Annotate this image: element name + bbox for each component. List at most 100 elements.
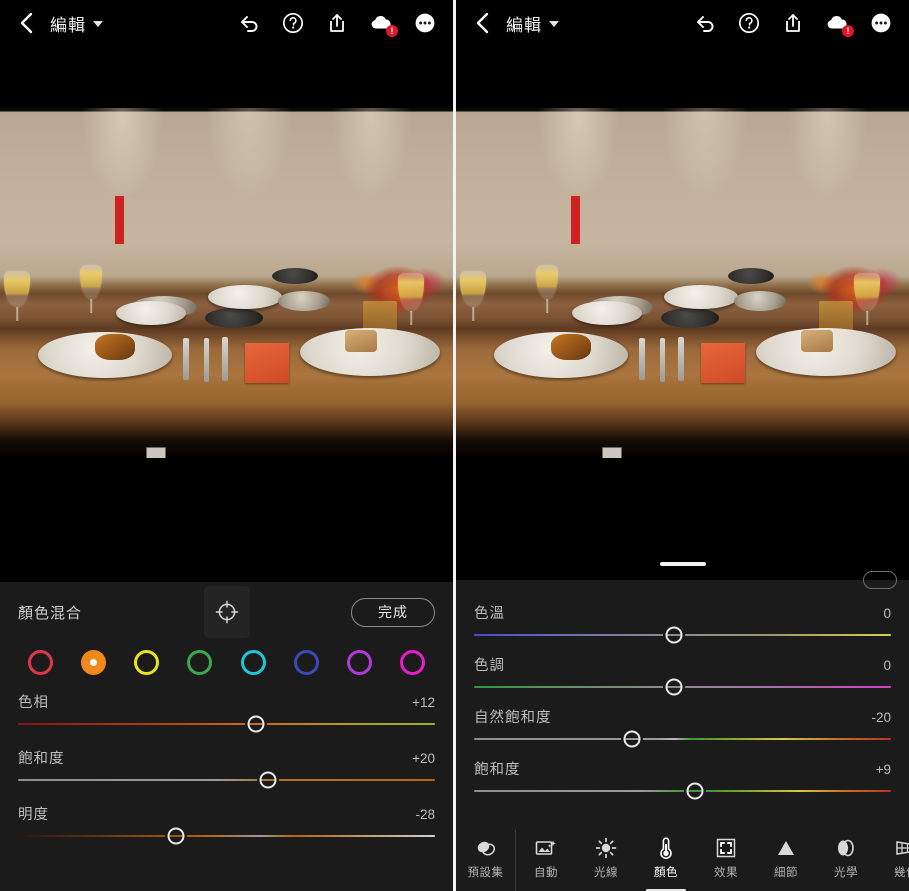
- saturation-slider-knob[interactable]: [259, 771, 277, 789]
- spoon: [639, 338, 645, 380]
- tint-slider[interactable]: 色調 0: [474, 654, 891, 696]
- edit-title-dropdown[interactable]: 編輯: [50, 11, 103, 36]
- saturation-slider-value: +20: [412, 751, 435, 766]
- hue-slider[interactable]: 色相 +12: [18, 691, 435, 733]
- tint-slider-knob[interactable]: [665, 678, 683, 696]
- tab-color-label: 顏色: [654, 867, 678, 879]
- tab-presets[interactable]: 預設集: [456, 830, 516, 891]
- help-icon[interactable]: [737, 11, 761, 35]
- tab-effects[interactable]: 效果: [696, 830, 756, 891]
- wine-glass: [854, 273, 880, 311]
- vibrance-slider-knob[interactable]: [623, 730, 641, 748]
- swatch-selected-dot: [90, 659, 98, 666]
- temperature-slider-knob[interactable]: [665, 626, 683, 644]
- panel-title: 顏色混合: [18, 604, 83, 622]
- hue-slider-knob[interactable]: [247, 715, 265, 733]
- swatch-orange[interactable]: [81, 650, 107, 675]
- panel-drag-handle[interactable]: [659, 562, 706, 566]
- temperature-slider-track[interactable]: [474, 626, 891, 644]
- left-screenshot: 編輯 ! 顏色混合 完成 色相 +12 飽和度 +20 明度 -28: [0, 0, 453, 891]
- bread-basket: [728, 268, 774, 284]
- perspective-grid-icon: [894, 837, 909, 859]
- saturation-slider-label: 飽和度: [474, 762, 521, 778]
- right-screenshot: 編輯 ! 色溫 0 色調 0 自然飽和度 -20 飽和度 +9 預設集 自動 光…: [456, 0, 909, 891]
- cloud-sync-icon[interactable]: !: [369, 11, 398, 37]
- wall-outlet: [602, 447, 622, 458]
- swatch-green[interactable]: [187, 650, 213, 675]
- saturation-slider[interactable]: 飽和度 +20: [18, 747, 435, 789]
- bread-basket: [272, 268, 318, 284]
- undo-icon[interactable]: [237, 11, 261, 35]
- wine-glass: [460, 271, 486, 307]
- luminance-slider-track[interactable]: [18, 827, 435, 845]
- target-adjust-icon[interactable]: [203, 586, 250, 638]
- swatch-purple[interactable]: [346, 650, 372, 675]
- edit-title-dropdown[interactable]: 編輯: [506, 11, 559, 36]
- tab-detail[interactable]: 細節: [756, 830, 816, 891]
- app-header-right: 編輯 !: [456, 0, 909, 46]
- wine-glass: [80, 265, 102, 299]
- saturation-slider-knob[interactable]: [686, 782, 704, 800]
- more-options-icon[interactable]: [413, 11, 437, 35]
- temperature-slider[interactable]: 色溫 0: [474, 602, 891, 644]
- photo-objects-left: [0, 108, 453, 458]
- tab-color[interactable]: 顏色: [636, 830, 696, 891]
- saturation-slider-track[interactable]: [474, 782, 891, 800]
- tab-detail-label: 細節: [774, 867, 798, 879]
- color-swatch-row: [0, 642, 453, 681]
- saturation-slider-label: 飽和度: [18, 751, 65, 767]
- dinner-plate: [208, 285, 282, 309]
- page-title: 編輯: [50, 15, 86, 35]
- spoon: [183, 338, 189, 380]
- vibrance-slider[interactable]: 自然飽和度 -20: [474, 706, 891, 748]
- tint-slider-track[interactable]: [474, 678, 891, 696]
- hue-slider-track[interactable]: [18, 715, 435, 733]
- panel-top-pill-button[interactable]: [863, 571, 897, 589]
- more-options-icon[interactable]: [869, 11, 893, 35]
- knife: [204, 338, 209, 382]
- hue-slider-label: 色相: [18, 695, 49, 711]
- tab-optics[interactable]: 光學: [816, 830, 876, 891]
- swatch-yellow[interactable]: [134, 650, 160, 675]
- tab-auto[interactable]: 自動: [516, 830, 576, 891]
- fork: [678, 337, 684, 381]
- photo-preview-right[interactable]: [456, 108, 909, 458]
- knife: [660, 338, 665, 382]
- swatch-aqua[interactable]: [240, 650, 266, 675]
- swatch-magenta[interactable]: [399, 650, 425, 675]
- luminance-slider-label: 明度: [18, 807, 49, 823]
- tab-geometry[interactable]: 幾何: [876, 830, 909, 891]
- auto-icon: [534, 837, 558, 859]
- saturation-slider-track[interactable]: [18, 771, 435, 789]
- share-icon[interactable]: [325, 11, 349, 35]
- photo-preview-left[interactable]: [0, 108, 453, 458]
- vibrance-slider-label: 自然飽和度: [474, 710, 552, 726]
- undo-icon[interactable]: [693, 11, 717, 35]
- fork: [222, 337, 228, 381]
- cloud-sync-icon[interactable]: !: [825, 11, 854, 37]
- color-mix-panel: 顏色混合 完成 色相 +12 飽和度 +20 明度 -28: [0, 582, 453, 891]
- luminance-slider-knob[interactable]: [167, 827, 185, 845]
- back-chevron-icon[interactable]: [462, 0, 502, 46]
- back-chevron-icon[interactable]: [6, 0, 46, 46]
- share-icon[interactable]: [781, 11, 805, 35]
- tint-slider-label: 色調: [474, 658, 505, 674]
- luminance-slider[interactable]: 明度 -28: [18, 803, 435, 845]
- tab-light[interactable]: 光線: [576, 830, 636, 891]
- vibrance-slider-track[interactable]: [474, 730, 891, 748]
- swatch-blue[interactable]: [293, 650, 319, 675]
- dinner-plate: [572, 301, 642, 325]
- orange-napkin: [245, 343, 289, 383]
- done-button[interactable]: 完成: [351, 597, 435, 627]
- dark-plate: [205, 308, 263, 328]
- wine-glass: [536, 265, 558, 299]
- swatch-red[interactable]: [28, 650, 53, 675]
- dessert: [801, 330, 833, 352]
- header-spacer-left: [0, 46, 453, 108]
- orange-napkin: [701, 343, 745, 383]
- chevron-down-icon: [549, 21, 559, 27]
- vibrance-slider-value: -20: [871, 710, 891, 725]
- help-icon[interactable]: [281, 11, 305, 35]
- saturation-slider[interactable]: 飽和度 +9: [474, 758, 891, 800]
- triangle-icon: [775, 837, 797, 859]
